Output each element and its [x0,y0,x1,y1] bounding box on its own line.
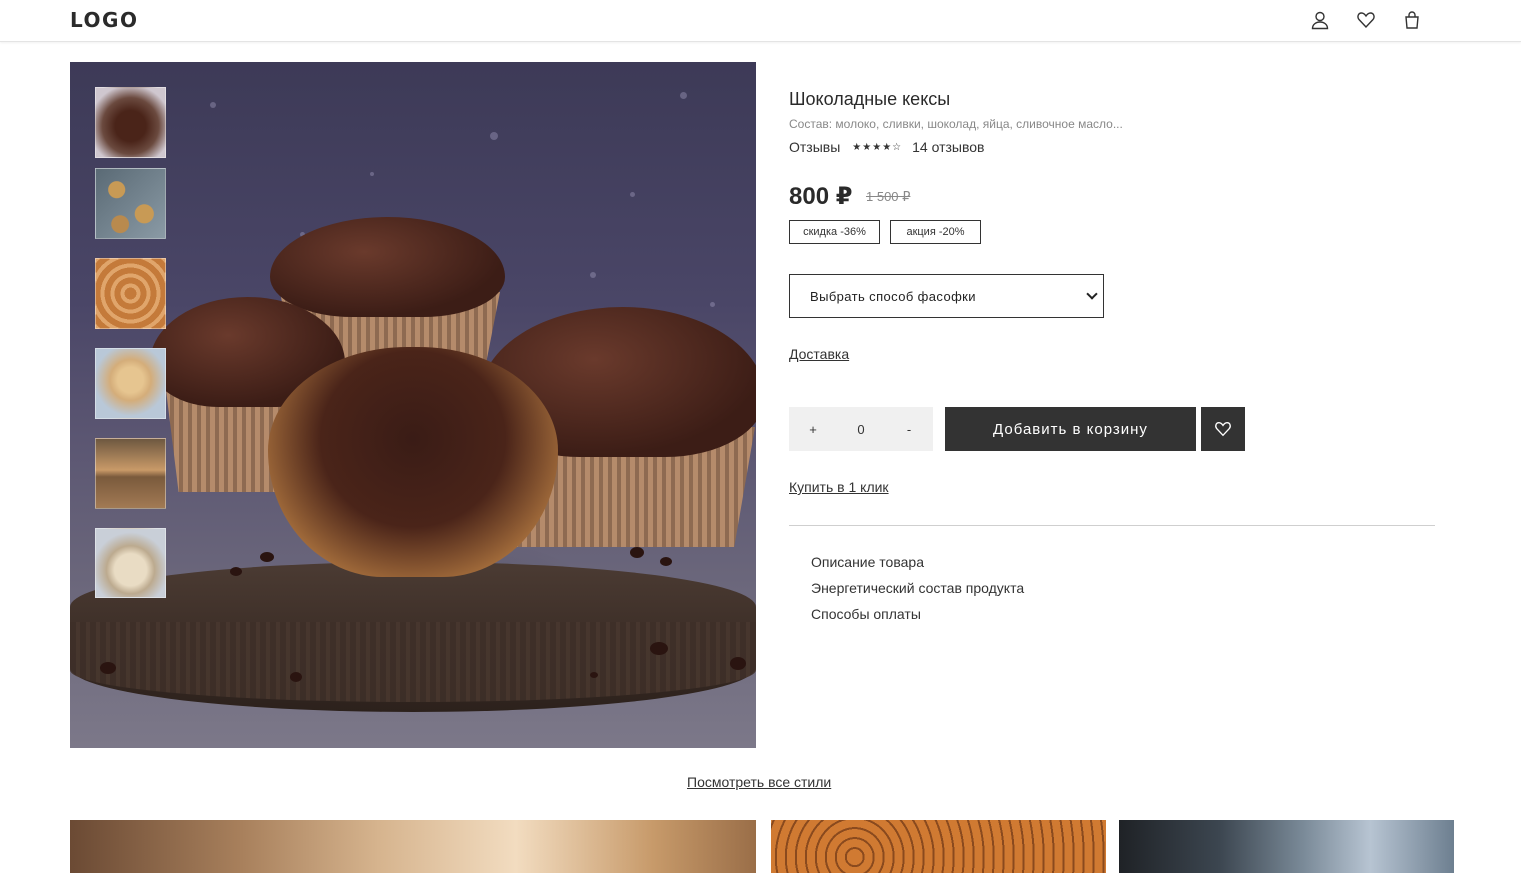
site-header: LOGO [0,0,1521,42]
bag-icon[interactable] [1401,9,1423,31]
info-section-description[interactable]: Описание товара [811,554,924,570]
info-section-energy[interactable]: Энергетический состав продукта [811,580,1024,596]
heart-icon[interactable] [1355,9,1377,31]
delivery-link[interactable]: Доставка [789,346,849,362]
product-composition: Состав: молоко, сливки, шоколад, яйца, с… [789,117,1123,131]
product-main-image [70,62,756,748]
product-title: Шоколадные кексы [789,89,951,109]
gallery-thumbnail[interactable] [95,168,166,239]
quantity-decrease-button[interactable]: - [894,422,924,437]
buy-one-click-link[interactable]: Купить в 1 клик [789,479,889,495]
quantity-increase-button[interactable]: + [798,422,828,437]
divider [789,525,1435,526]
promo-tag: акция -20% [890,220,981,244]
related-product-image[interactable] [771,820,1106,873]
gallery-thumbnail[interactable] [95,87,166,158]
related-product-image[interactable] [70,820,756,873]
gallery-thumbnail[interactable] [95,438,166,509]
related-product-image[interactable] [1119,820,1454,873]
old-price: 1 500 ₽ [866,189,911,204]
packaging-select-label: Выбрать способ фасофки [810,288,976,304]
discount-tag: скидка -36% [789,220,880,244]
chevron-down-icon [1086,288,1098,300]
gallery-thumbnail[interactable] [95,528,166,598]
rating-stars: ★★★★☆ [852,141,903,153]
heart-icon [1215,422,1231,437]
quantity-stepper: + 0 - [789,407,933,451]
info-section-payment[interactable]: Способы оплаты [811,606,921,622]
product-price: 800 ₽ [789,183,853,210]
packaging-select[interactable]: Выбрать способ фасофки [789,274,1104,318]
add-to-favorites-button[interactable] [1201,407,1245,451]
review-count[interactable]: 14 отзывов [912,139,984,155]
logo[interactable]: LOGO [70,8,138,32]
reviews-label: Отзывы [789,139,841,155]
view-all-link[interactable]: Посмотреть все стили [687,774,831,790]
quantity-value[interactable]: 0 [846,422,876,437]
add-to-cart-button[interactable]: Добавить в корзину [945,407,1196,451]
user-icon[interactable] [1309,9,1331,31]
reviews-row: Отзывы ★★★★☆ 14 отзывов [789,139,984,155]
gallery-thumbnail[interactable] [95,258,166,329]
gallery-thumbnail[interactable] [95,348,166,419]
